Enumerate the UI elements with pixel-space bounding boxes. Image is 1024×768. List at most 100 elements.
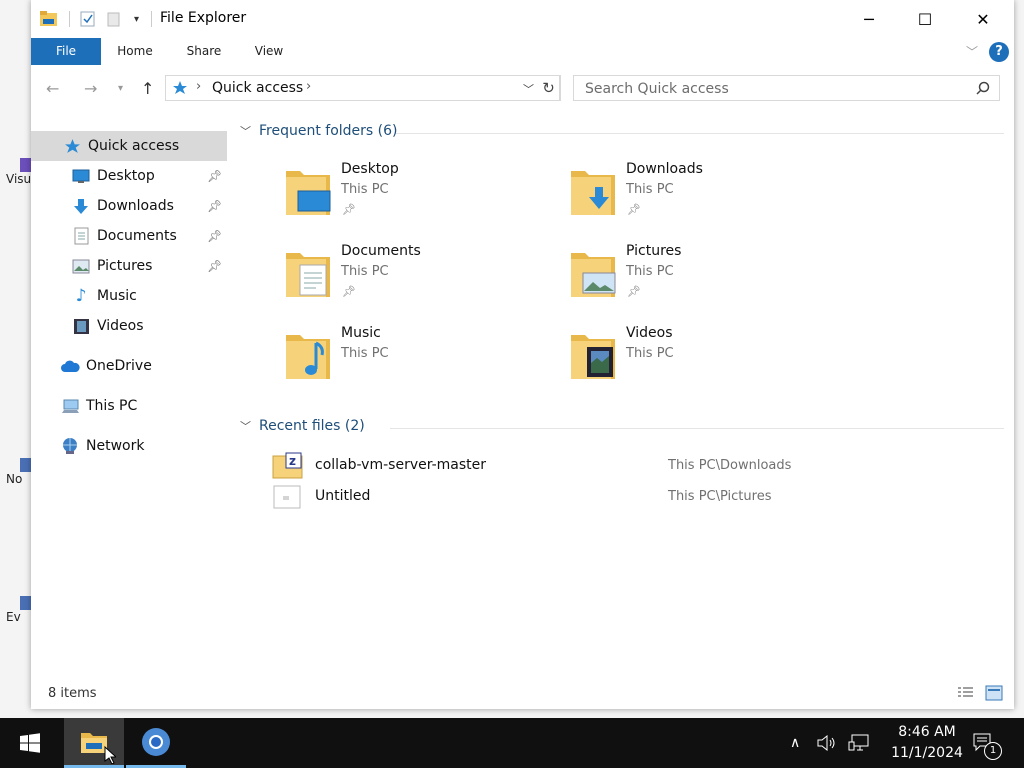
- sidebar-item-network[interactable]: Network: [60, 431, 144, 461]
- expand-ribbon-chevron-icon[interactable]: ﹀: [966, 43, 978, 60]
- sidebar-item-desktop[interactable]: Desktop: [71, 161, 155, 191]
- forward-arrow-icon[interactable]: →: [84, 79, 97, 98]
- sidebar-item-label: Quick access: [88, 138, 180, 154]
- content-pane: ﹀ Frequent folders (6) Desktop This PC 📌…: [236, 111, 1006, 681]
- tab-share[interactable]: Share: [177, 38, 231, 65]
- breadcrumb-chevron-icon[interactable]: ›: [306, 79, 311, 94]
- folder-icon: [40, 11, 57, 26]
- recent-files-header[interactable]: ﹀ Recent files (2): [240, 418, 365, 434]
- sidebar-item-downloads[interactable]: Downloads: [71, 191, 174, 221]
- customize-toolbar-icon[interactable]: ▾: [134, 14, 139, 25]
- group-header-label: Recent files (2): [259, 418, 365, 434]
- tab-home[interactable]: Home: [107, 38, 163, 65]
- clock-date: 11/1/2024: [891, 745, 963, 761]
- taskbar-chromium[interactable]: [126, 718, 186, 768]
- folder-tile-downloads[interactable]: Downloads This PC 📌︎: [569, 161, 829, 223]
- tab-file[interactable]: File: [31, 38, 101, 65]
- address-toolbar: ← → ▾ ↑ › Quick access › ﹀ ↻: [31, 65, 1014, 111]
- folder-name: Downloads: [626, 161, 703, 177]
- folder-tile-videos[interactable]: Videos This PC: [569, 325, 829, 387]
- star-icon: [173, 81, 187, 94]
- sidebar-item-documents[interactable]: Documents: [71, 221, 177, 251]
- minimize-button[interactable]: ─: [840, 0, 898, 38]
- refresh-button[interactable]: ↻: [537, 75, 561, 101]
- chromium-icon: [142, 727, 170, 756]
- back-arrow-icon[interactable]: ←: [46, 79, 59, 98]
- folder-location: This PC: [626, 182, 674, 197]
- desktop-shortcut-label: Visu: [6, 172, 32, 186]
- network-status-icon[interactable]: [848, 718, 870, 768]
- clock-time: 8:46 AM: [898, 724, 956, 740]
- sidebar-item-onedrive[interactable]: OneDrive: [60, 351, 152, 381]
- window-title: File Explorer: [160, 10, 247, 26]
- sidebar-item-label: Documents: [97, 228, 177, 244]
- maximize-button[interactable]: ☐: [896, 0, 954, 38]
- up-arrow-icon[interactable]: ↑: [141, 79, 154, 98]
- action-center-button[interactable]: 1: [972, 718, 1002, 768]
- sidebar-item-this-pc[interactable]: This PC: [60, 391, 137, 421]
- folder-tile-desktop[interactable]: Desktop This PC 📌︎: [284, 161, 544, 223]
- breadcrumb-quick-access[interactable]: Quick access: [212, 80, 303, 96]
- file-name: collab-vm-server-master: [315, 457, 487, 473]
- sidebar-item-label: Network: [86, 438, 145, 454]
- picture-icon: [71, 256, 91, 276]
- folder-tile-pictures[interactable]: Pictures This PC 📌︎: [569, 243, 829, 305]
- recent-file-row[interactable]: Untitled This PC\Pictures: [272, 483, 992, 511]
- pin-icon[interactable]: 📌︎: [207, 199, 222, 213]
- sidebar-item-videos[interactable]: Videos: [71, 311, 144, 341]
- recent-file-row[interactable]: z collab-vm-server-master This PC\Downlo…: [272, 452, 992, 480]
- quick-access-toolbar: ▾: [39, 9, 153, 29]
- desktop-folder-icon: [286, 171, 331, 215]
- details-view-icon[interactable]: [956, 685, 974, 701]
- large-icons-view-icon[interactable]: [985, 685, 1003, 701]
- system-clock[interactable]: 8:46 AM 11/1/2024: [882, 722, 972, 764]
- collapse-chevron-icon[interactable]: ﹀: [240, 123, 251, 139]
- desktop-shortcut-label: Ev: [6, 610, 21, 624]
- search-input[interactable]: [583, 80, 967, 98]
- recent-locations-chevron-icon[interactable]: ▾: [118, 83, 123, 94]
- close-button[interactable]: ✕: [954, 0, 1012, 38]
- star-icon: [62, 136, 82, 156]
- taskbar-file-explorer[interactable]: [64, 718, 124, 768]
- pin-icon[interactable]: 📌︎: [207, 169, 222, 183]
- file-explorer-window: ▾ File Explorer ─ ☐ ✕ File Home Share Vi…: [31, 0, 1014, 709]
- sidebar-item-music[interactable]: ♪ Music: [71, 281, 137, 311]
- sidebar-item-quick-access[interactable]: Quick access: [31, 131, 227, 161]
- new-folder-icon[interactable]: [106, 11, 122, 27]
- help-button[interactable]: ?: [989, 42, 1009, 62]
- pin-icon[interactable]: 📌︎: [207, 259, 222, 273]
- volume-icon[interactable]: [817, 718, 837, 768]
- frequent-folders-header[interactable]: ﹀ Frequent folders (6): [240, 123, 398, 139]
- tab-view[interactable]: View: [245, 38, 293, 65]
- pin-icon: 📌︎: [627, 285, 641, 298]
- toolbar-divider: [69, 11, 70, 27]
- music-folder-icon: [286, 335, 330, 379]
- toolbar-divider: [151, 11, 153, 27]
- sidebar-item-pictures[interactable]: Pictures: [71, 251, 152, 281]
- file-path: This PC\Pictures: [668, 489, 772, 504]
- search-box[interactable]: [573, 75, 1000, 101]
- svg-text:z: z: [289, 454, 296, 468]
- properties-icon[interactable]: [80, 11, 96, 27]
- film-icon: [71, 316, 91, 336]
- folder-tile-documents[interactable]: Documents This PC 📌︎: [284, 243, 544, 305]
- videos-folder-icon: [571, 335, 615, 379]
- pictures-folder-icon: [571, 253, 616, 297]
- folder-name: Documents: [341, 243, 421, 259]
- start-button[interactable]: [0, 718, 60, 768]
- collapse-chevron-icon[interactable]: ﹀: [240, 418, 251, 434]
- address-dropdown-chevron-icon[interactable]: ﹀: [523, 81, 534, 97]
- windows-logo-icon: [20, 733, 40, 753]
- sidebar-item-label: Desktop: [97, 168, 155, 184]
- text-file-icon: [273, 485, 301, 509]
- search-icon[interactable]: [976, 81, 990, 95]
- show-hidden-icons-chevron-icon[interactable]: ∧: [790, 718, 800, 768]
- sidebar-item-label: OneDrive: [86, 358, 152, 374]
- folder-name: Desktop: [341, 161, 399, 177]
- address-box[interactable]: › Quick access › ﹀: [165, 75, 560, 101]
- folder-tile-music[interactable]: Music This PC: [284, 325, 544, 387]
- pin-icon[interactable]: 📌︎: [207, 229, 222, 243]
- breadcrumb-chevron-icon[interactable]: ›: [196, 79, 201, 94]
- sidebar-item-label: Music: [97, 288, 137, 304]
- zip-file-icon: z: [272, 452, 303, 479]
